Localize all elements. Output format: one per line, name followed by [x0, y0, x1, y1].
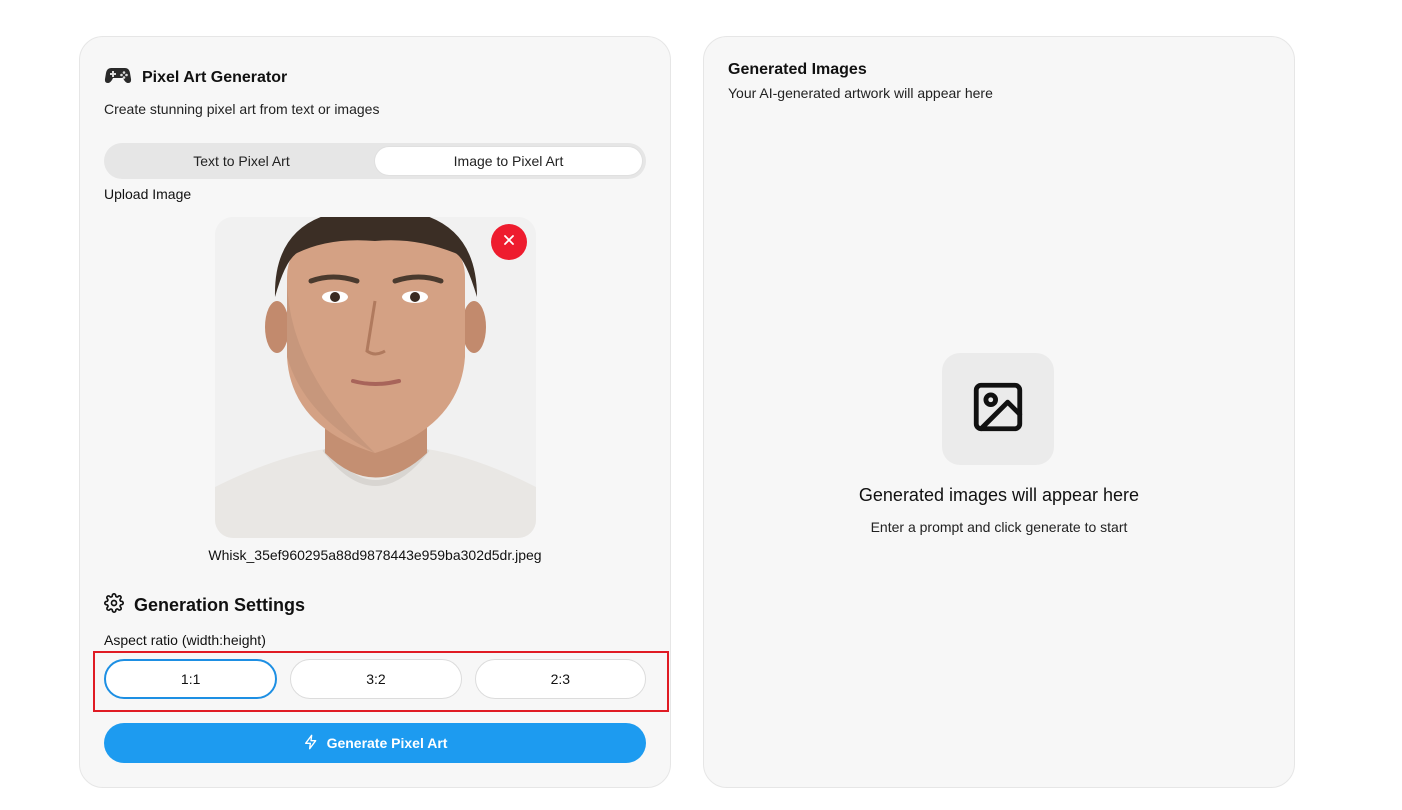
- gear-icon: [104, 593, 124, 618]
- results-title: Generated Images: [728, 61, 867, 78]
- generate-pixel-art-button[interactable]: Generate Pixel Art: [104, 723, 646, 763]
- gamepad-icon: [104, 65, 132, 90]
- empty-state-subtitle: Enter a prompt and click generate to sta…: [870, 519, 1128, 535]
- app-title: Pixel Art Generator: [142, 68, 288, 86]
- mode-tabs: Text to Pixel Art Image to Pixel Art: [104, 143, 646, 179]
- empty-state-title: Generated images will appear here: [858, 485, 1140, 505]
- remove-image-button[interactable]: [491, 224, 527, 260]
- uploaded-image-preview: [215, 217, 536, 538]
- lightning-icon: [303, 734, 319, 753]
- results-panel: Generated Images Your AI-generated artwo…: [703, 36, 1295, 788]
- tab-text-to-pixel-art[interactable]: Text to Pixel Art: [108, 147, 375, 175]
- empty-state-icon-box: [942, 353, 1054, 465]
- settings-header: Generation Settings: [104, 593, 305, 618]
- ratio-3-2-button[interactable]: 3:2: [290, 659, 462, 699]
- upload-label: Upload Image: [104, 186, 192, 202]
- tab-image-to-pixel-art[interactable]: Image to Pixel Art: [375, 147, 642, 175]
- results-subtitle: Your AI-generated artwork will appear he…: [728, 85, 993, 101]
- aspect-ratio-label: Aspect ratio (width:height): [104, 632, 266, 648]
- ratio-1-1-button[interactable]: 1:1: [104, 659, 278, 699]
- image-icon: [969, 378, 1027, 441]
- generator-panel: Pixel Art Generator Create stunning pixe…: [79, 36, 671, 788]
- app-header: Pixel Art Generator: [104, 65, 287, 90]
- app-subtitle: Create stunning pixel art from text or i…: [104, 101, 380, 117]
- settings-title: Generation Settings: [134, 595, 306, 615]
- ratio-2-3-button[interactable]: 2:3: [474, 659, 646, 699]
- aspect-ratio-options: 1:1 3:2 2:3: [104, 659, 646, 699]
- uploaded-filename: Whisk_35ef960295a88d9878443e959ba302d5dr…: [208, 547, 542, 563]
- close-icon: [503, 233, 515, 251]
- generate-button-label: Generate Pixel Art: [326, 735, 448, 751]
